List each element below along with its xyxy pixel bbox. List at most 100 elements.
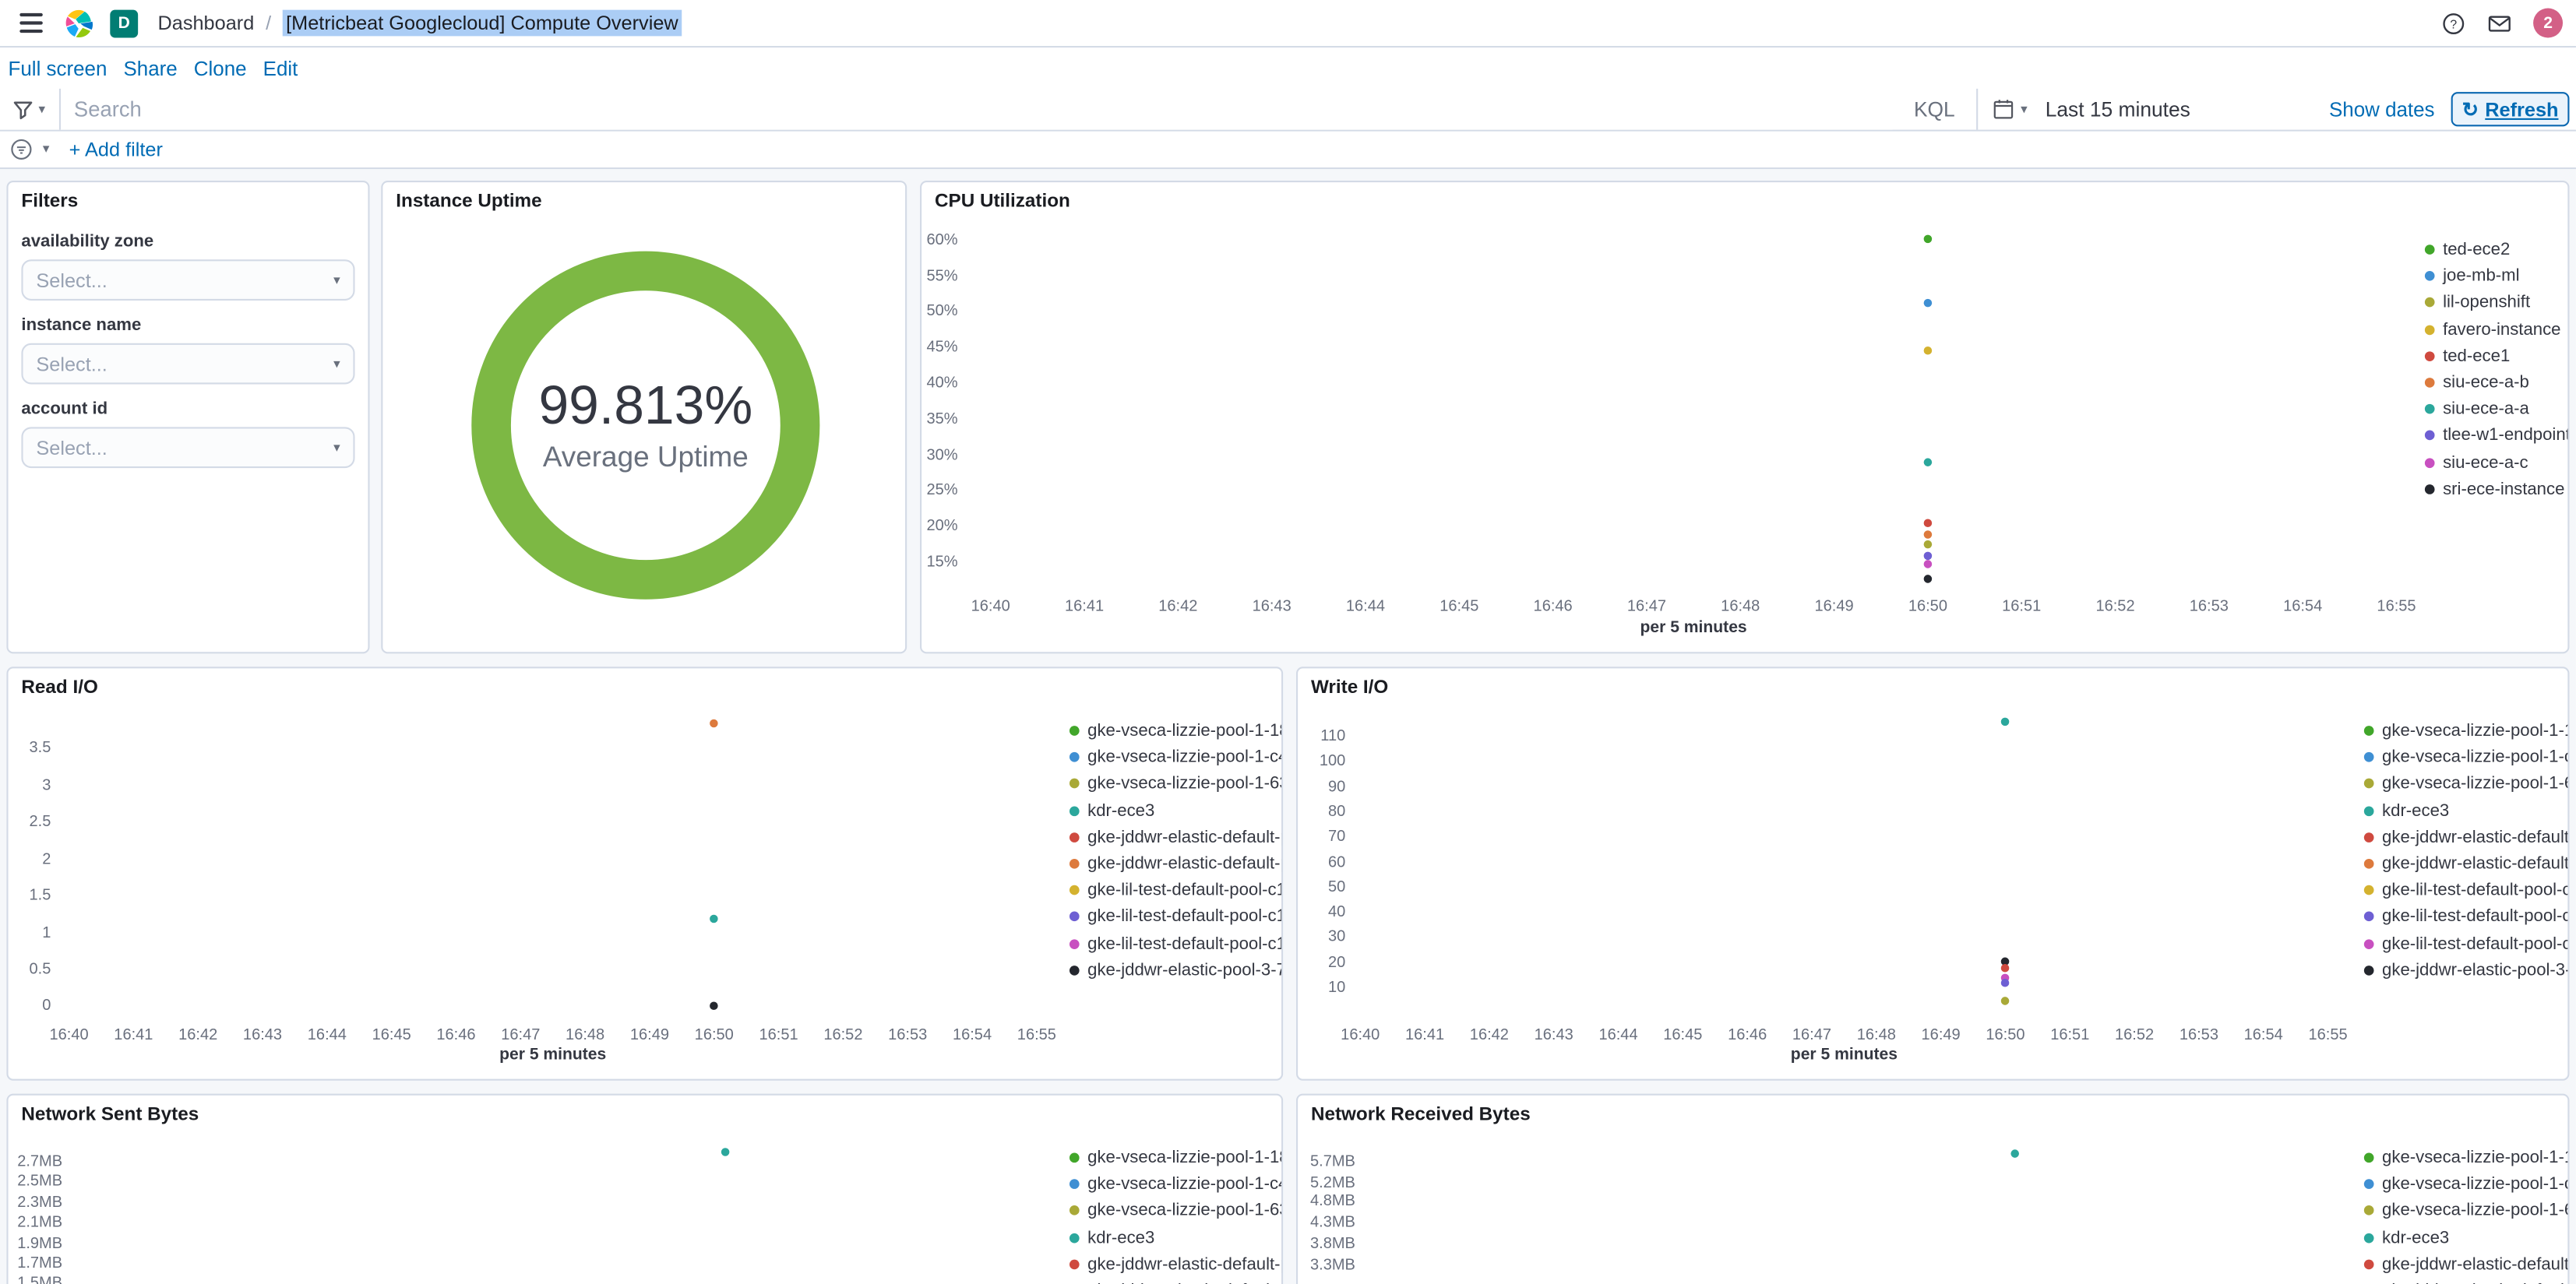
menu-hamburger-icon[interactable] bbox=[13, 5, 49, 40]
legend-item[interactable]: gke-jddwr-elastic-default-po... bbox=[1069, 824, 1281, 850]
x-axis-tick-label: 16:40 bbox=[49, 1026, 89, 1045]
add-filter-link[interactable]: + Add filter bbox=[69, 138, 163, 161]
legend-item[interactable]: gke-vseca-lizzie-pool-1-1877... bbox=[2363, 718, 2567, 744]
legend-item[interactable]: gke-jddwr-elastic-default-po... bbox=[1069, 1251, 1281, 1278]
legend-item[interactable]: siu-ece-a-a bbox=[2424, 396, 2567, 423]
refresh-button[interactable]: ↻ Refresh bbox=[2451, 92, 2570, 127]
legend-item[interactable]: gke-lil-test-default-pool-c1e... bbox=[2363, 904, 2567, 930]
legend-item[interactable]: gke-vseca-lizzie-pool-1-c417... bbox=[1069, 744, 1281, 771]
legend-item[interactable]: kdr-ece3 bbox=[1069, 1224, 1281, 1251]
y-axis-tick-label: 60 bbox=[1327, 853, 1346, 871]
breadcrumb-dashboard-link[interactable]: Dashboard bbox=[157, 12, 254, 35]
availability-zone-select[interactable]: Select... ▾ bbox=[21, 259, 355, 301]
legend-item[interactable]: kdr-ece3 bbox=[1069, 797, 1281, 824]
legend-label: gke-vseca-lizzie-pool-1-c417... bbox=[1087, 748, 1281, 768]
mail-icon bbox=[2488, 15, 2511, 31]
share-link[interactable]: Share bbox=[123, 57, 177, 80]
legend-item[interactable]: gke-lil-test-default-pool-c1e... bbox=[1069, 904, 1281, 930]
legend-swatch-icon bbox=[2363, 885, 2374, 895]
legend-swatch-icon bbox=[2363, 1259, 2374, 1269]
legend-item[interactable]: lil-openshift bbox=[2424, 290, 2567, 316]
help-button[interactable]: ? bbox=[2441, 11, 2466, 36]
newsfeed-button[interactable] bbox=[2487, 11, 2512, 36]
y-axis-tick-label: 0.5 bbox=[29, 960, 51, 979]
cpu-utilization-chart: 60% 55% 50% 45% 40% 35% 30% 25% 20% 15% 16:40 16:41… bbox=[922, 182, 2567, 652]
show-dates-link[interactable]: Show dates bbox=[2329, 97, 2435, 121]
x-axis-tick-label: 16:48 bbox=[1856, 1026, 1896, 1045]
legend-item[interactable]: gke-vseca-lizzie-pool-1-1877... bbox=[2363, 1145, 2567, 1171]
edit-link[interactable]: Edit bbox=[263, 57, 298, 80]
legend-item[interactable]: kdr-ece3 bbox=[2363, 1224, 2568, 1251]
legend-item[interactable]: gke-vseca-lizzie-pool-1-630... bbox=[2363, 1198, 2567, 1224]
y-axis-tick-label: 0 bbox=[42, 997, 51, 1016]
x-axis-tick-label: 16:41 bbox=[1064, 597, 1105, 616]
x-axis-tick-label: 16:46 bbox=[436, 1026, 476, 1045]
legend-item[interactable]: gke-vseca-lizzie-pool-1-630... bbox=[1069, 771, 1281, 797]
legend-item[interactable]: gke-vseca-lizzie-pool-1-630... bbox=[2363, 771, 2567, 797]
breadcrumb-separator: / bbox=[266, 11, 272, 35]
y-axis-tick-label: 3.3MB bbox=[1309, 1256, 1355, 1275]
legend-item[interactable]: gke-lil-test-default-pool-c1e... bbox=[2363, 877, 2567, 903]
legend-item[interactable]: joe-mb-ml bbox=[2424, 263, 2567, 290]
y-axis-tick-label: 3.8MB bbox=[1309, 1235, 1355, 1254]
legend-item[interactable]: gke-jddwr-elastic-default-po... bbox=[1069, 850, 1281, 877]
legend-item[interactable]: gke-vseca-lizzie-pool-1-c417... bbox=[2363, 1171, 2567, 1198]
legend-label: gke-jddwr-elastic-default-po... bbox=[1087, 853, 1281, 874]
saved-query-menu-button[interactable]: ▾ bbox=[0, 88, 62, 130]
filter-options-button[interactable] bbox=[10, 138, 33, 161]
legend-swatch-icon bbox=[1069, 1152, 1080, 1163]
legend-label: ted-ece2 bbox=[2443, 240, 2511, 260]
legend-item[interactable]: siu-ece-a-b bbox=[2424, 369, 2567, 396]
legend-item[interactable]: gke-jddwr-elastic-default-po... bbox=[2363, 1251, 2567, 1278]
y-axis-tick-label: 90 bbox=[1327, 777, 1346, 797]
legend-item[interactable]: gke-vseca-lizzie-pool-1-1877... bbox=[1069, 1145, 1281, 1171]
legend-item[interactable]: kdr-ece3 bbox=[2363, 797, 2568, 824]
time-range-button[interactable]: Last 15 minutes bbox=[2042, 97, 2194, 121]
legend-item[interactable]: gke-vseca-lizzie-pool-1-630... bbox=[1069, 1198, 1281, 1224]
legend-item[interactable]: gke-vseca-lizzie-pool-1-c417... bbox=[1069, 1171, 1281, 1198]
legend-item[interactable]: gke-lil-test-default-pool-c1e... bbox=[1069, 877, 1281, 903]
legend-item[interactable]: favero-instance bbox=[2424, 316, 2567, 343]
y-axis-tick-label: 1.5MB bbox=[9, 1275, 62, 1284]
x-axis-tick-label: 16:55 bbox=[1017, 1026, 1056, 1045]
legend-label: tlee-w1-endpoint bbox=[2443, 426, 2570, 446]
legend-item[interactable]: gke-jddwr-elastic-pool-3-74... bbox=[2363, 957, 2567, 983]
legend-item[interactable]: sri-ece-instance bbox=[2424, 476, 2567, 502]
legend-label: gke-vseca-lizzie-pool-1-1877... bbox=[1087, 721, 1281, 741]
legend-swatch-icon bbox=[2424, 378, 2435, 388]
legend-item[interactable]: gke-lil-test-default-pool-c1e... bbox=[2363, 930, 2567, 957]
elastic-logo[interactable] bbox=[64, 9, 93, 38]
legend-item[interactable]: gke-jddwr-elastic-default-po... bbox=[2363, 824, 2567, 850]
legend-item[interactable]: ted-ece1 bbox=[2424, 343, 2567, 369]
full-screen-link[interactable]: Full screen bbox=[9, 57, 107, 80]
legend-swatch-icon bbox=[2363, 1205, 2374, 1216]
panel-title: Network Sent Bytes bbox=[21, 1105, 199, 1125]
legend-swatch-icon bbox=[2363, 832, 2374, 843]
x-axis-title: per 5 minutes bbox=[1640, 619, 1747, 638]
clone-link[interactable]: Clone bbox=[194, 57, 247, 80]
legend-item[interactable]: tlee-w1-endpoint bbox=[2424, 423, 2570, 449]
legend-item[interactable]: gke-jddwr-elastic-default-po... bbox=[2363, 850, 2567, 877]
instance-name-select[interactable]: Select... ▾ bbox=[21, 343, 355, 385]
legend-swatch-icon bbox=[1069, 1259, 1080, 1269]
legend-item[interactable]: gke-jddwr-elastic-default-po... bbox=[1070, 1278, 1281, 1284]
x-axis-tick-label: 16:40 bbox=[1341, 1026, 1380, 1045]
query-language-toggle[interactable]: KQL bbox=[1893, 89, 1977, 130]
account-id-select[interactable]: Select... ▾ bbox=[21, 427, 355, 469]
user-avatar[interactable]: 2 bbox=[2533, 8, 2564, 38]
date-picker-calendar-button[interactable]: ▾ bbox=[1978, 99, 2042, 120]
legend-item[interactable]: ted-ece2 bbox=[2424, 237, 2567, 263]
legend-swatch-icon bbox=[1069, 885, 1080, 895]
legend-item[interactable]: gke-jddwr-elastic-pool-3-74... bbox=[1069, 957, 1281, 983]
data-point bbox=[1923, 519, 1933, 527]
legend-item[interactable]: gke-lil-test-default-pool-c1e... bbox=[1069, 930, 1281, 957]
legend-item[interactable]: gke-vseca-lizzie-pool-1-c417... bbox=[2363, 744, 2567, 771]
search-input[interactable] bbox=[61, 88, 1893, 130]
legend-item[interactable]: gke-vseca-lizzie-pool-1-1877... bbox=[1069, 718, 1281, 744]
legend-swatch-icon bbox=[1069, 938, 1080, 949]
legend-item[interactable]: siu-ece-a-c bbox=[2424, 449, 2567, 476]
legend-item[interactable]: gke-jddwr-elastic-default-po... bbox=[2364, 1278, 2567, 1284]
deployment-badge[interactable]: D bbox=[110, 9, 139, 37]
data-point bbox=[1923, 540, 1933, 549]
legend-label: gke-jddwr-elastic-pool-3-74... bbox=[2382, 960, 2567, 980]
